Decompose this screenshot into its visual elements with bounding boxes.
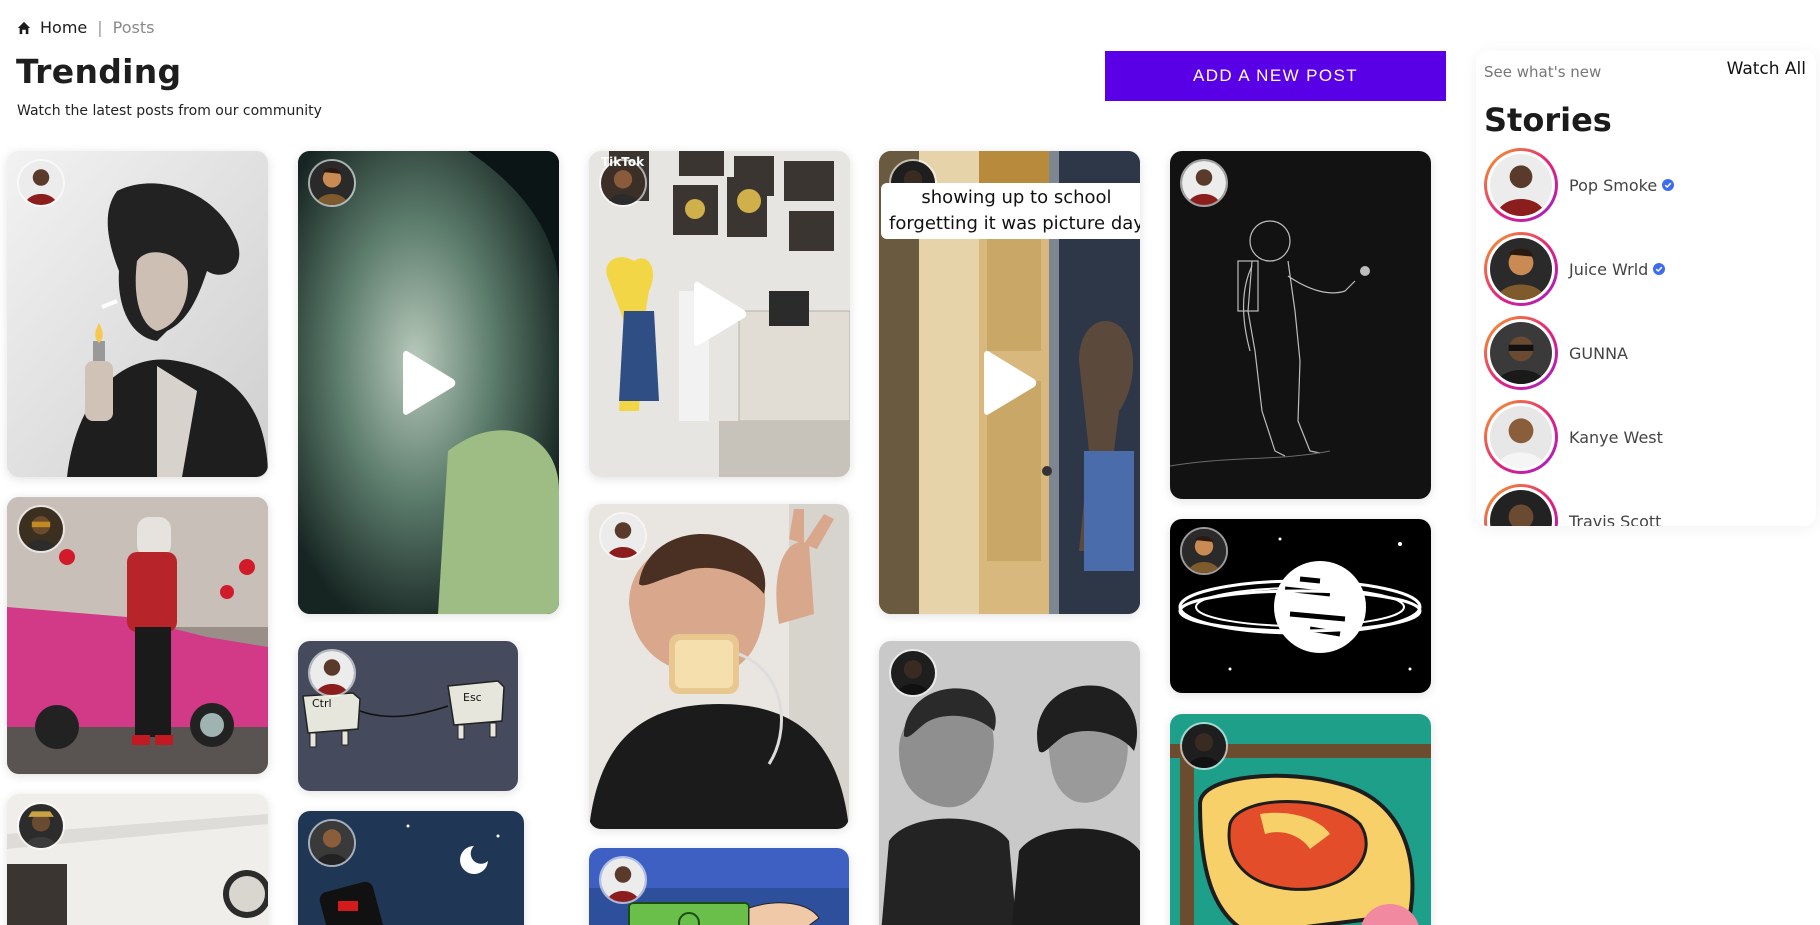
- see-whats-new-label: See what's new: [1484, 63, 1602, 81]
- story-ring: [1484, 484, 1558, 526]
- post-card[interactable]: [1170, 519, 1431, 693]
- post-card[interactable]: TikTok: [589, 151, 850, 477]
- story-name: Juice Wrld: [1569, 260, 1666, 279]
- post-card[interactable]: [298, 811, 524, 925]
- post-author-avatar[interactable]: [599, 512, 647, 560]
- posts-page: Home | Posts Trending Watch the latest p…: [0, 0, 1820, 925]
- story-item-juice-wrld[interactable]: Juice Wrld: [1484, 232, 1666, 306]
- post-card[interactable]: [879, 641, 1140, 925]
- story-name: Pop Smoke: [1569, 176, 1675, 195]
- verified-badge-icon: [1653, 263, 1666, 275]
- post-card[interactable]: [1170, 714, 1431, 925]
- page-title: Trending: [16, 52, 182, 91]
- svg-text:Esc: Esc: [463, 691, 482, 704]
- post-author-avatar[interactable]: [308, 159, 356, 207]
- post-card[interactable]: [589, 504, 849, 829]
- avatar: [1490, 322, 1552, 384]
- avatar: [1490, 406, 1552, 468]
- video-caption-line: showing up to school: [921, 187, 1112, 208]
- post-author-avatar[interactable]: [17, 802, 65, 850]
- watch-all-button[interactable]: Watch All: [1727, 59, 1806, 79]
- story-name: Travis Scott: [1569, 511, 1662, 527]
- post-card[interactable]: showing up to school forgetting it was p…: [879, 151, 1140, 614]
- breadcrumb: Home | Posts: [17, 18, 154, 37]
- post-author-avatar[interactable]: [17, 159, 65, 207]
- post-card[interactable]: Ctrl Esc: [298, 641, 518, 791]
- breadcrumb-separator: |: [97, 18, 103, 37]
- story-item-travis-scott[interactable]: Travis Scott: [1484, 484, 1661, 526]
- page-subtitle: Watch the latest posts from our communit…: [17, 103, 322, 119]
- play-icon[interactable]: [401, 347, 457, 419]
- breadcrumb-home-link[interactable]: Home: [40, 18, 87, 37]
- story-ring: [1484, 232, 1558, 306]
- story-ring: [1484, 148, 1558, 222]
- post-card[interactable]: [7, 497, 268, 774]
- play-icon[interactable]: [692, 278, 748, 350]
- video-caption: showing up to school forgetting it was p…: [881, 183, 1140, 239]
- post-card[interactable]: [7, 151, 268, 477]
- stories-panel: See what's new Watch All Stories Pop Smo…: [1476, 51, 1816, 526]
- post-card[interactable]: [298, 151, 559, 614]
- post-card[interactable]: [589, 848, 849, 925]
- tiktok-watermark: TikTok: [601, 155, 645, 169]
- avatar: [1490, 238, 1552, 300]
- svg-text:Ctrl: Ctrl: [312, 697, 332, 710]
- post-author-avatar[interactable]: [889, 649, 937, 697]
- video-caption-line: forgetting it was picture day: [889, 213, 1140, 234]
- story-name: GUNNA: [1569, 343, 1628, 363]
- home-icon: [17, 21, 31, 34]
- story-item-kanye-west[interactable]: Kanye West: [1484, 400, 1663, 474]
- story-item-gunna[interactable]: GUNNA: [1484, 316, 1628, 390]
- post-card[interactable]: [7, 794, 268, 925]
- post-author-avatar[interactable]: [599, 856, 647, 904]
- story-name: Kanye West: [1569, 427, 1663, 447]
- avatar: [1490, 154, 1552, 216]
- story-item-pop-smoke[interactable]: Pop Smoke: [1484, 148, 1675, 222]
- post-author-avatar[interactable]: [1180, 159, 1228, 207]
- avatar: [1490, 490, 1552, 526]
- stories-title: Stories: [1484, 101, 1612, 139]
- post-author-avatar[interactable]: [308, 819, 356, 867]
- post-author-avatar[interactable]: [1180, 722, 1228, 770]
- post-author-avatar[interactable]: [1180, 527, 1228, 575]
- story-ring: [1484, 316, 1558, 390]
- post-author-avatar[interactable]: [17, 505, 65, 553]
- add-new-post-button[interactable]: ADD A NEW POST: [1105, 51, 1446, 101]
- post-card[interactable]: [1170, 151, 1431, 499]
- post-author-avatar[interactable]: [308, 649, 356, 697]
- play-icon[interactable]: [982, 347, 1038, 419]
- breadcrumb-current: Posts: [112, 18, 155, 37]
- story-ring: [1484, 400, 1558, 474]
- verified-badge-icon: [1662, 179, 1675, 191]
